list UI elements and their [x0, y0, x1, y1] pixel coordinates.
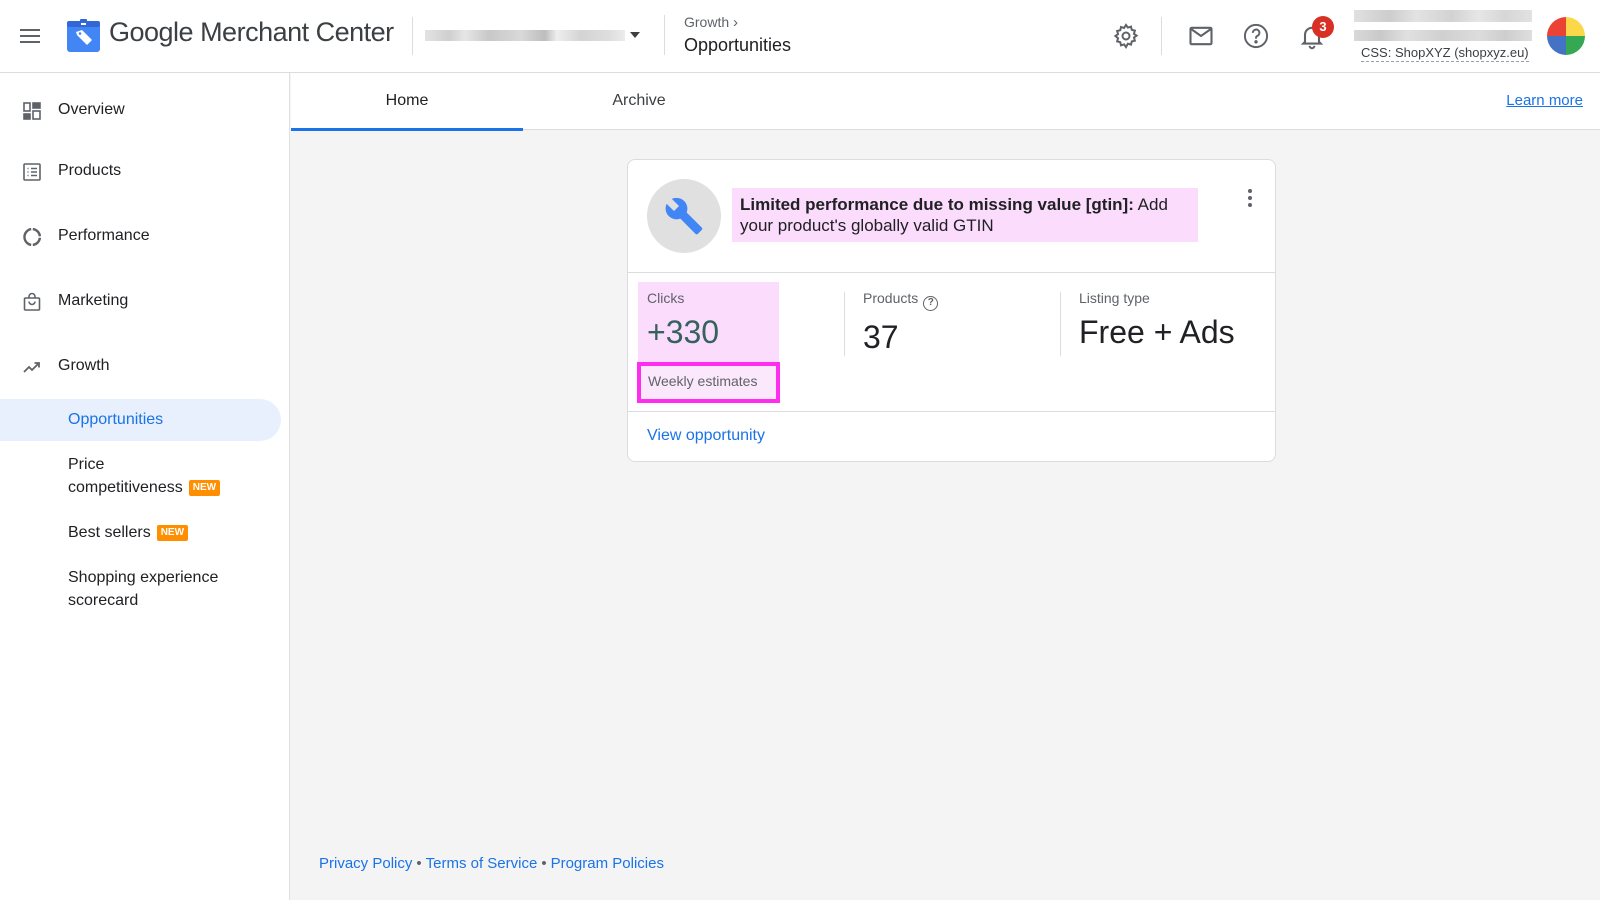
- privacy-policy-link[interactable]: Privacy Policy: [319, 855, 412, 872]
- metric-label: Listing type: [1079, 290, 1150, 306]
- new-badge: NEW: [188, 480, 221, 496]
- metric-value: Free + Ads: [1079, 314, 1235, 350]
- wrench-icon: [665, 197, 703, 235]
- chevron-down-icon: [630, 32, 640, 38]
- help-icon[interactable]: ?: [923, 296, 939, 311]
- page-title: Opportunities: [684, 35, 792, 55]
- sidebar-item-shopping-experience-scorecard[interactable]: Shopping experience scorecard: [0, 566, 282, 616]
- performance-icon: [23, 227, 42, 247]
- avatar[interactable]: [1547, 17, 1585, 55]
- new-badge: NEW: [156, 525, 189, 541]
- sidebar-item-best-sellers[interactable]: Best sellers NEW: [0, 521, 282, 547]
- divider: [1161, 17, 1162, 55]
- divider: [628, 272, 1275, 273]
- merchant-center-logo-icon: [67, 19, 100, 52]
- tab-home[interactable]: Home: [291, 73, 523, 131]
- footer: Privacy Policy • Terms of Service • Program …: [319, 855, 664, 872]
- separator: •: [416, 855, 422, 872]
- separator: •: [541, 855, 547, 872]
- overview-icon: [23, 102, 41, 120]
- sidebar-item-label: Marketing: [58, 292, 129, 309]
- account-picker[interactable]: [425, 26, 640, 46]
- notification-count-badge: 3: [1312, 16, 1334, 38]
- divider: [664, 15, 665, 55]
- card-icon-container: [647, 179, 721, 253]
- marketing-icon: [23, 292, 41, 311]
- sidebar: Overview Products Performance Marketing …: [0, 73, 290, 900]
- sidebar-item-label: Best sellers NEW: [68, 521, 189, 544]
- program-policies-link[interactable]: Program Policies: [551, 855, 664, 872]
- divider: [1060, 292, 1061, 356]
- mail-icon[interactable]: [1187, 22, 1215, 50]
- sidebar-item-products[interactable]: Products: [0, 152, 282, 192]
- metric-label: Products?: [863, 290, 939, 311]
- sidebar-item-label: Shopping experience scorecard: [68, 569, 219, 609]
- metric-listing-type: Listing type Free + Ads: [1079, 290, 1235, 351]
- opportunity-title: Limited performance due to missing value…: [732, 188, 1198, 242]
- metric-value: 37: [863, 319, 899, 355]
- opportunity-card: Limited performance due to missing value…: [627, 159, 1276, 462]
- terms-of-service-link[interactable]: Terms of Service: [426, 855, 538, 872]
- sidebar-item-marketing[interactable]: Marketing: [0, 282, 282, 322]
- sidebar-item-label: Opportunities: [68, 411, 164, 428]
- weekly-estimates-note: Weekly estimates: [637, 362, 780, 403]
- user-email-redacted: [1354, 30, 1532, 41]
- sidebar-item-label: Overview: [58, 101, 125, 118]
- breadcrumb-parent[interactable]: Growth ›: [684, 14, 738, 31]
- growth-icon: [23, 362, 40, 373]
- sidebar-item-label: Price competitiveness NEW: [68, 453, 221, 499]
- settings-icon[interactable]: [1112, 22, 1140, 50]
- metric-clicks: Clicks +330: [647, 290, 719, 351]
- metric-products: Products? 37: [863, 290, 939, 356]
- chevron-right-icon: ›: [733, 14, 739, 31]
- css-account-label[interactable]: CSS: ShopXYZ (shopxyz.eu): [1361, 45, 1529, 62]
- sidebar-item-price-competitiveness[interactable]: Price competitiveness NEW: [0, 453, 282, 503]
- account-name-redacted: [425, 30, 625, 41]
- tab-archive[interactable]: Archive: [523, 73, 755, 130]
- more-options-icon[interactable]: [1240, 186, 1260, 210]
- help-icon[interactable]: [1242, 22, 1270, 50]
- menu-icon[interactable]: [18, 24, 42, 48]
- sidebar-item-label: Growth: [58, 357, 110, 374]
- learn-more-link[interactable]: Learn more: [1506, 92, 1583, 109]
- app-title: Google Merchant Center: [109, 17, 394, 47]
- products-icon: [23, 163, 41, 181]
- view-opportunity-link[interactable]: View opportunity: [647, 427, 765, 445]
- sidebar-item-opportunities[interactable]: Opportunities: [0, 399, 281, 441]
- tab-bar: Home Archive Learn more: [291, 73, 1600, 131]
- sidebar-item-overview[interactable]: Overview: [0, 91, 282, 131]
- metric-label: Clicks: [647, 290, 685, 306]
- sidebar-item-label: Performance: [58, 227, 150, 244]
- divider: [628, 411, 1275, 412]
- divider: [844, 292, 845, 356]
- top-app-bar: Google Merchant Center Growth › Opportun…: [0, 0, 1600, 73]
- user-name-redacted: [1354, 10, 1532, 22]
- sidebar-item-label: Products: [58, 162, 122, 179]
- sidebar-item-growth[interactable]: Growth: [0, 347, 282, 387]
- sidebar-item-performance[interactable]: Performance: [0, 217, 282, 257]
- metric-value: +330: [647, 314, 720, 350]
- divider: [412, 17, 413, 55]
